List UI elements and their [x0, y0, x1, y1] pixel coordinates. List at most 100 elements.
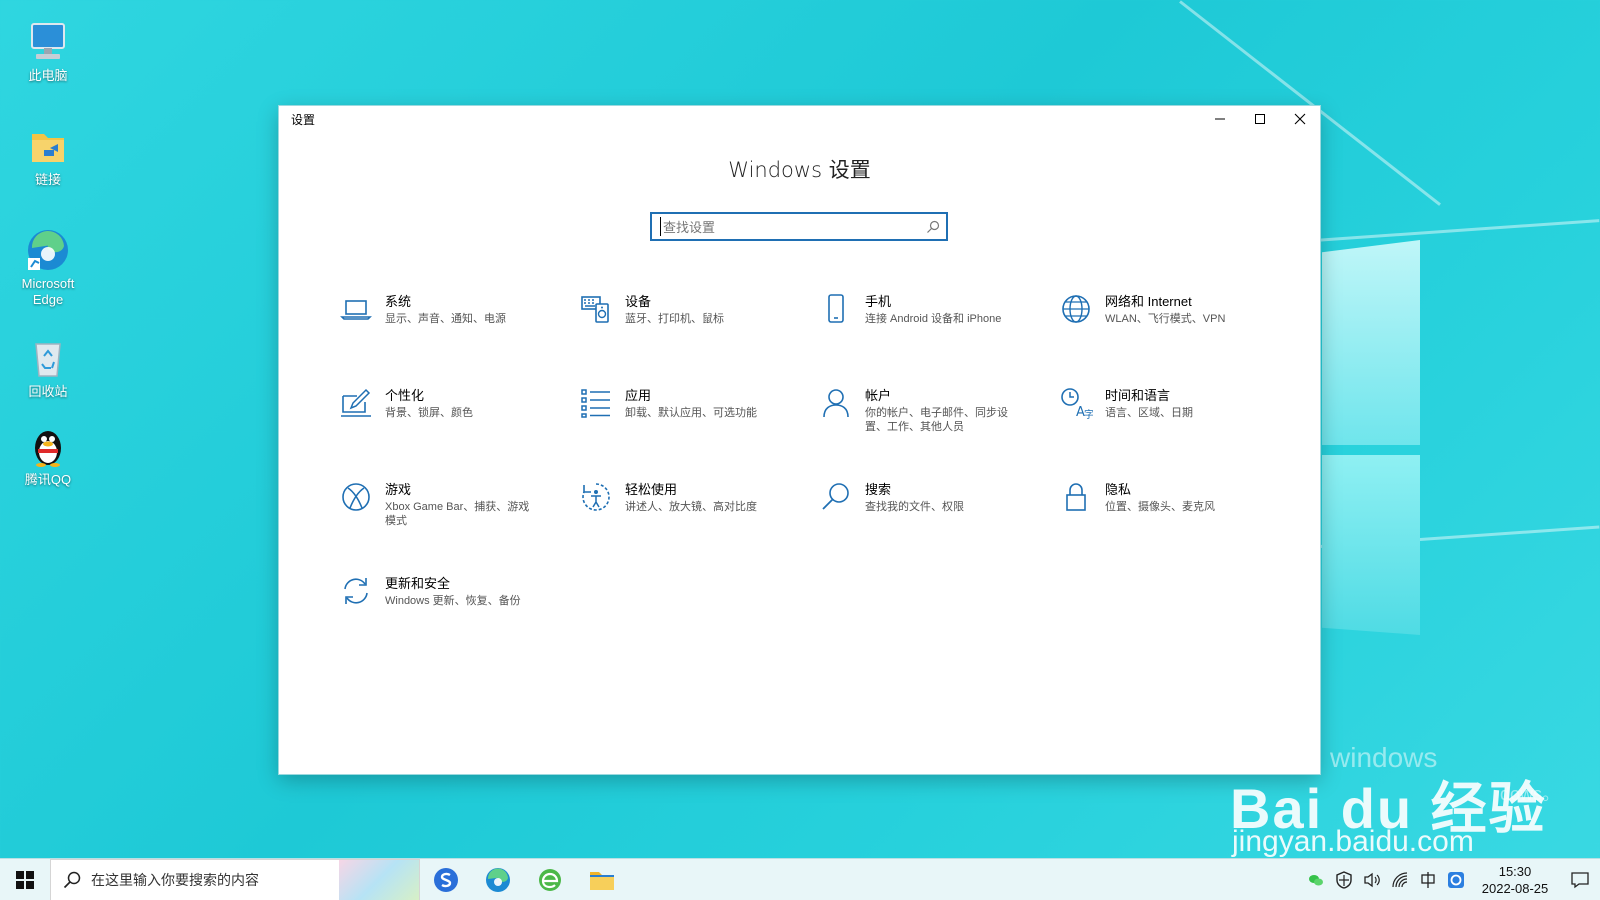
tile-description: 背景、锁屏、颜色 [385, 407, 473, 419]
minimize-button[interactable] [1200, 106, 1240, 132]
taskbar-edge-app[interactable] [472, 859, 524, 900]
sogou-icon [434, 867, 458, 892]
tile-title: 网络和 Internet [1105, 294, 1192, 309]
taskbar-sogou-app[interactable] [420, 859, 472, 900]
xbox-icon [339, 480, 373, 514]
tile-description: 连接 Android 设备和 iPhone [865, 313, 1002, 325]
tile-title: 轻松使用 [625, 482, 678, 497]
svg-text:字: 字 [1084, 408, 1093, 420]
tile-update-security[interactable]: 更新和安全 Windows 更新、恢复、备份 [339, 574, 579, 668]
desktop-icon-this-pc[interactable]: 此电脑 [10, 18, 86, 84]
desktop-icon-label: Microsoft Edge [21, 276, 75, 307]
tile-privacy[interactable]: 隐私位置、摄像头、麦克风 [1059, 480, 1299, 574]
notification-icon [1571, 872, 1589, 889]
tile-personalization[interactable]: 个性化 背景、锁屏、颜色 [339, 386, 579, 480]
lock-icon [1059, 480, 1093, 514]
tray-network[interactable] [1386, 859, 1414, 900]
tile-devices[interactable]: 设备 蓝牙、打印机、鼠标 [579, 292, 819, 386]
search-icon [927, 220, 940, 233]
tile-network[interactable]: 网络和 Internet WLAN、飞行模式、VPN [1059, 292, 1299, 386]
internet-explorer-icon [539, 868, 561, 891]
tile-description: 语言、区域、日期 [1105, 407, 1193, 419]
tile-title: 应用 [625, 388, 652, 403]
settings-category-grid: 系统 显示、声音、通知、电源 设备 蓝牙、打印机、鼠标 手机 连接 Android 设… [339, 292, 1299, 668]
clock-date: 2022-08-25 [1481, 881, 1549, 896]
window-title: 设置 [291, 112, 316, 127]
tile-description: 位置、摄像头、麦克风 [1105, 501, 1215, 513]
globe-icon [1059, 292, 1093, 326]
folder-link-icon [24, 122, 72, 170]
desktop-icon-label: 此电脑 [28, 68, 68, 83]
qq-browser-icon [1448, 872, 1464, 888]
apps-list-icon [579, 386, 613, 420]
maximize-icon [1255, 114, 1265, 124]
tray-security[interactable] [1330, 859, 1358, 900]
watermark-url: jingyan.baidu.com [1232, 825, 1474, 858]
tile-title: 设备 [625, 294, 652, 309]
minimize-icon [1215, 118, 1225, 120]
start-button[interactable] [0, 859, 50, 900]
tile-title: 时间和语言 [1105, 388, 1171, 403]
tile-description: Xbox Game Bar、捕获、游戏模式 [385, 501, 530, 527]
desktop-icon-recycle-bin[interactable]: 回收站 [10, 334, 86, 400]
taskbar-ie-app[interactable] [524, 859, 576, 900]
laptop-icon [339, 292, 373, 326]
wifi-icon [1392, 872, 1408, 888]
close-button[interactable] [1280, 106, 1320, 132]
tile-search[interactable]: 搜索查找我的文件、权限 [819, 480, 1059, 574]
taskbar-search-placeholder: 在这里输入你要搜索的内容 [91, 871, 259, 888]
search-icon [63, 871, 81, 888]
tile-description: 讲述人、放大镜、高对比度 [625, 501, 757, 513]
tile-system[interactable]: 系统 显示、声音、通知、电源 [339, 292, 579, 386]
tile-apps[interactable]: 应用卸载、默认应用、可选功能 [579, 386, 819, 480]
maximize-button[interactable] [1240, 106, 1280, 132]
settings-window: 设置 Windows 设置 查找设置 系统 显示、声音、通知、电源 设备 蓝牙、打印… [279, 106, 1320, 774]
tile-description: Windows 更新、恢复、备份 [385, 595, 521, 607]
time-language-icon: A字 [1059, 386, 1094, 421]
input-method-icon [1421, 872, 1435, 888]
tile-accounts[interactable]: 帐户 你的帐户、电子邮件、同步设置、工作、其他人员 [819, 386, 1059, 480]
clock-time: 15:30 [1498, 864, 1532, 879]
ease-of-access-icon [579, 480, 613, 514]
speaker-icon [1364, 872, 1380, 888]
tray-volume[interactable] [1358, 859, 1386, 900]
person-icon [819, 386, 853, 420]
settings-search-input[interactable]: 查找设置 [650, 212, 948, 241]
desktop-icon-qq[interactable]: 腾讯QQ [10, 422, 86, 488]
tile-title: 帐户 [865, 388, 892, 403]
desktop-icon-edge[interactable]: Microsoft Edge [10, 226, 86, 308]
tile-description: 卸载、默认应用、可选功能 [625, 407, 757, 419]
tray-input-method[interactable] [1414, 859, 1442, 900]
tray-wechat[interactable] [1302, 859, 1330, 900]
wechat-icon [1309, 875, 1323, 886]
desktop-icon-label: 回收站 [28, 384, 68, 399]
close-icon [1294, 113, 1306, 125]
computer-icon [24, 18, 72, 66]
personalize-icon [339, 386, 373, 420]
folder-icon [590, 871, 614, 890]
update-icon [339, 574, 373, 608]
taskbar-file-explorer[interactable] [576, 859, 628, 900]
search-icon [819, 480, 853, 514]
desktop-icon-links[interactable]: 链接 [10, 122, 86, 188]
action-center-button[interactable] [1560, 859, 1600, 900]
edge-icon [24, 226, 72, 274]
tile-title: 更新和安全 [385, 576, 451, 591]
devices-icon [579, 292, 613, 326]
tile-title: 系统 [385, 294, 412, 309]
taskbar-clock[interactable]: 15:30 2022-08-25 [1470, 863, 1560, 897]
tile-gaming[interactable]: 游戏 Xbox Game Bar、捕获、游戏模式 [339, 480, 579, 574]
taskbar-search-box[interactable]: 在这里输入你要搜索的内容 [50, 858, 420, 900]
tray-app[interactable] [1442, 859, 1470, 900]
tile-phone[interactable]: 手机 连接 Android 设备和 iPhone [819, 292, 1059, 386]
phone-icon [819, 292, 853, 326]
title-bar[interactable]: 设置 [279, 106, 1320, 132]
recycle-bin-icon [24, 334, 72, 382]
watermark-faint-text-2: dows。 [1500, 784, 1561, 804]
tile-title: 搜索 [865, 482, 892, 497]
tile-description: 查找我的文件、权限 [865, 501, 964, 513]
system-tray: 15:30 2022-08-25 [1302, 859, 1600, 900]
tile-time-language[interactable]: A字 时间和语言语言、区域、日期 [1059, 386, 1299, 480]
tile-title: 隐私 [1105, 482, 1132, 497]
tile-ease-of-access[interactable]: 轻松使用讲述人、放大镜、高对比度 [579, 480, 819, 574]
